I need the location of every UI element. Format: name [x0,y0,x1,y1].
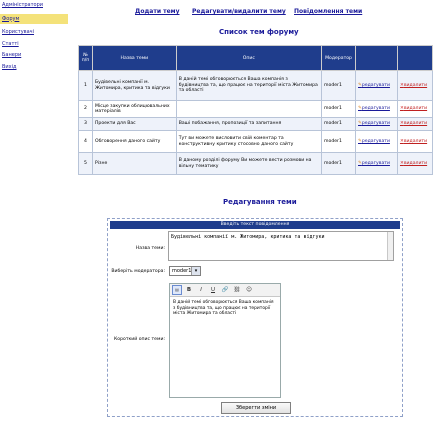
row-num: 4 [78,130,93,153]
sidebar-item-banners[interactable]: Банери [2,52,70,58]
row-moderator: moder1 [321,100,357,118]
row-name: Місце закупки облицювальних матеріалів [91,100,177,118]
edit-topic-link[interactable]: ✎редагувати [358,161,390,166]
delete-label: видалити [403,138,428,144]
description-editor[interactable]: ▤ B I U 🔗 ⛓ ☺ В даній темі обговорюється… [169,283,281,398]
editor-toolbar: ▤ B I U 🔗 ⛓ ☺ [170,284,280,297]
description-label: Короткий опис теми: [114,337,165,342]
sidebar-item-forum[interactable]: Форум [0,13,68,24]
header-name: Назва теми [91,45,177,71]
row-desc [175,100,323,118]
topic-messages-link[interactable]: Повідомлення теми [294,8,362,15]
delete-topic-link[interactable]: ✕видалити [400,139,427,144]
row-moderator: moder1 [321,117,357,131]
header-edit [355,45,398,71]
edit-topic-link[interactable]: ✎редагувати [358,139,390,144]
form-header: Введіть текст повідомлення [110,221,400,229]
row-num: 3 [78,117,93,131]
table-row: 1 Будівельні компанії м. Житомира, крити… [78,70,433,101]
emoticon-icon[interactable]: ☺ [244,285,254,295]
delete-topic-link[interactable]: ✕видалити [400,83,427,88]
table-row: 4 Обговорення даного сайту Тут ви можете… [78,130,433,153]
list-title: Список тем форуму [219,28,299,36]
table-header-row: № п/п Назва теми Опис Модератор [78,45,433,71]
row-desc: В даному розділі форуму Ви можете вести … [175,152,323,175]
edit-delete-topic-link[interactable]: Редагувати/видалити тему [192,8,286,15]
edit-topic-form: Введіть текст повідомлення Назва теми: Б… [107,218,403,417]
row-moderator: moder1 [321,152,357,175]
row-name: Різне [91,152,177,175]
delete-topic-link[interactable]: ✕видалити [400,161,427,166]
delete-label: видалити [403,82,428,88]
row-desc: Ваші побажання, пропозиції та запитання [175,117,323,131]
row-name: Обговорення даного сайту [91,130,177,153]
header-num: № п/п [78,45,93,71]
sidebar-item-users[interactable]: Користувачі [2,29,70,35]
edit-label: редагувати [361,160,390,166]
edit-label: редагувати [361,82,390,88]
delete-label: видалити [403,160,428,166]
edit-title: Редагування теми [223,198,297,206]
table-row: 2 Місце закупки облицювальних матеріалів… [78,100,433,118]
bold-icon[interactable]: B [184,285,194,295]
save-changes-button[interactable]: Зберегти зміни [221,402,291,414]
underline-icon[interactable]: U [208,285,218,295]
unlink-icon[interactable]: ⛓ [232,285,242,295]
header-desc: Опис [175,45,323,71]
row-name: Будівельні компанії м. Житомира, критика… [91,70,177,101]
row-moderator: moder1 [321,130,357,153]
chevron-down-icon: ▾ [191,267,200,275]
row-moderator: moder1 [321,70,357,101]
moderator-select[interactable]: moder1 ▾ [169,266,201,276]
topic-name-value: Будівельні компанії м. Житомира, критика… [171,234,325,240]
header-delete [396,45,433,71]
table-row: 3 Проекти для Вас Ваші побажання, пропоз… [78,117,433,131]
delete-label: видалити [403,121,428,127]
table-row: 5 Різне В даному розділі форуму Ви может… [78,152,433,175]
edit-label: редагувати [361,106,390,112]
toolbar-toggle-icon[interactable]: ▤ [172,285,182,295]
edit-topic-link[interactable]: ✎редагувати [358,106,390,111]
link-icon[interactable]: 🔗 [220,285,230,295]
scrollbar[interactable] [387,232,393,260]
delete-topic-link[interactable]: ✕видалити [400,121,427,126]
add-topic-link[interactable]: Додати тему [135,8,180,15]
topic-name-input[interactable]: Будівельні компанії м. Житомира, критика… [168,231,394,261]
edit-topic-link[interactable]: ✎редагувати [358,121,390,126]
sidebar-item-articles[interactable]: Статті [2,41,70,47]
edit-label: редагувати [361,138,390,144]
description-text[interactable]: В даній темі обговорюється Ваша компанія… [170,297,280,320]
row-desc: В даній темі обговорюється Ваша компанія… [175,70,323,101]
row-num: 1 [78,70,93,101]
delete-topic-link[interactable]: ✕видалити [400,106,427,111]
topic-name-label: Назва теми: [135,246,165,251]
header-moderator: Модератор [321,45,357,71]
row-desc: Тут ви можете висловити свій коментар та… [175,130,323,153]
edit-label: редагувати [361,121,390,127]
sidebar: Адміністратори Форум Користувачі Статті … [0,0,70,75]
row-num: 5 [78,152,93,175]
forum-topics-table: № п/п Назва теми Опис Модератор 1 Будіве… [78,45,433,175]
row-name: Проекти для Вас [91,117,177,131]
sidebar-item-admins[interactable]: Адміністратори [2,2,70,8]
moderator-value: moder1 [172,268,192,274]
moderator-label: Виберіть модератора: [111,269,165,274]
italic-icon[interactable]: I [196,285,206,295]
sidebar-item-logout[interactable]: Вихід [2,64,70,70]
delete-label: видалити [403,106,428,112]
row-num: 2 [78,100,93,118]
edit-topic-link[interactable]: ✎редагувати [358,83,390,88]
